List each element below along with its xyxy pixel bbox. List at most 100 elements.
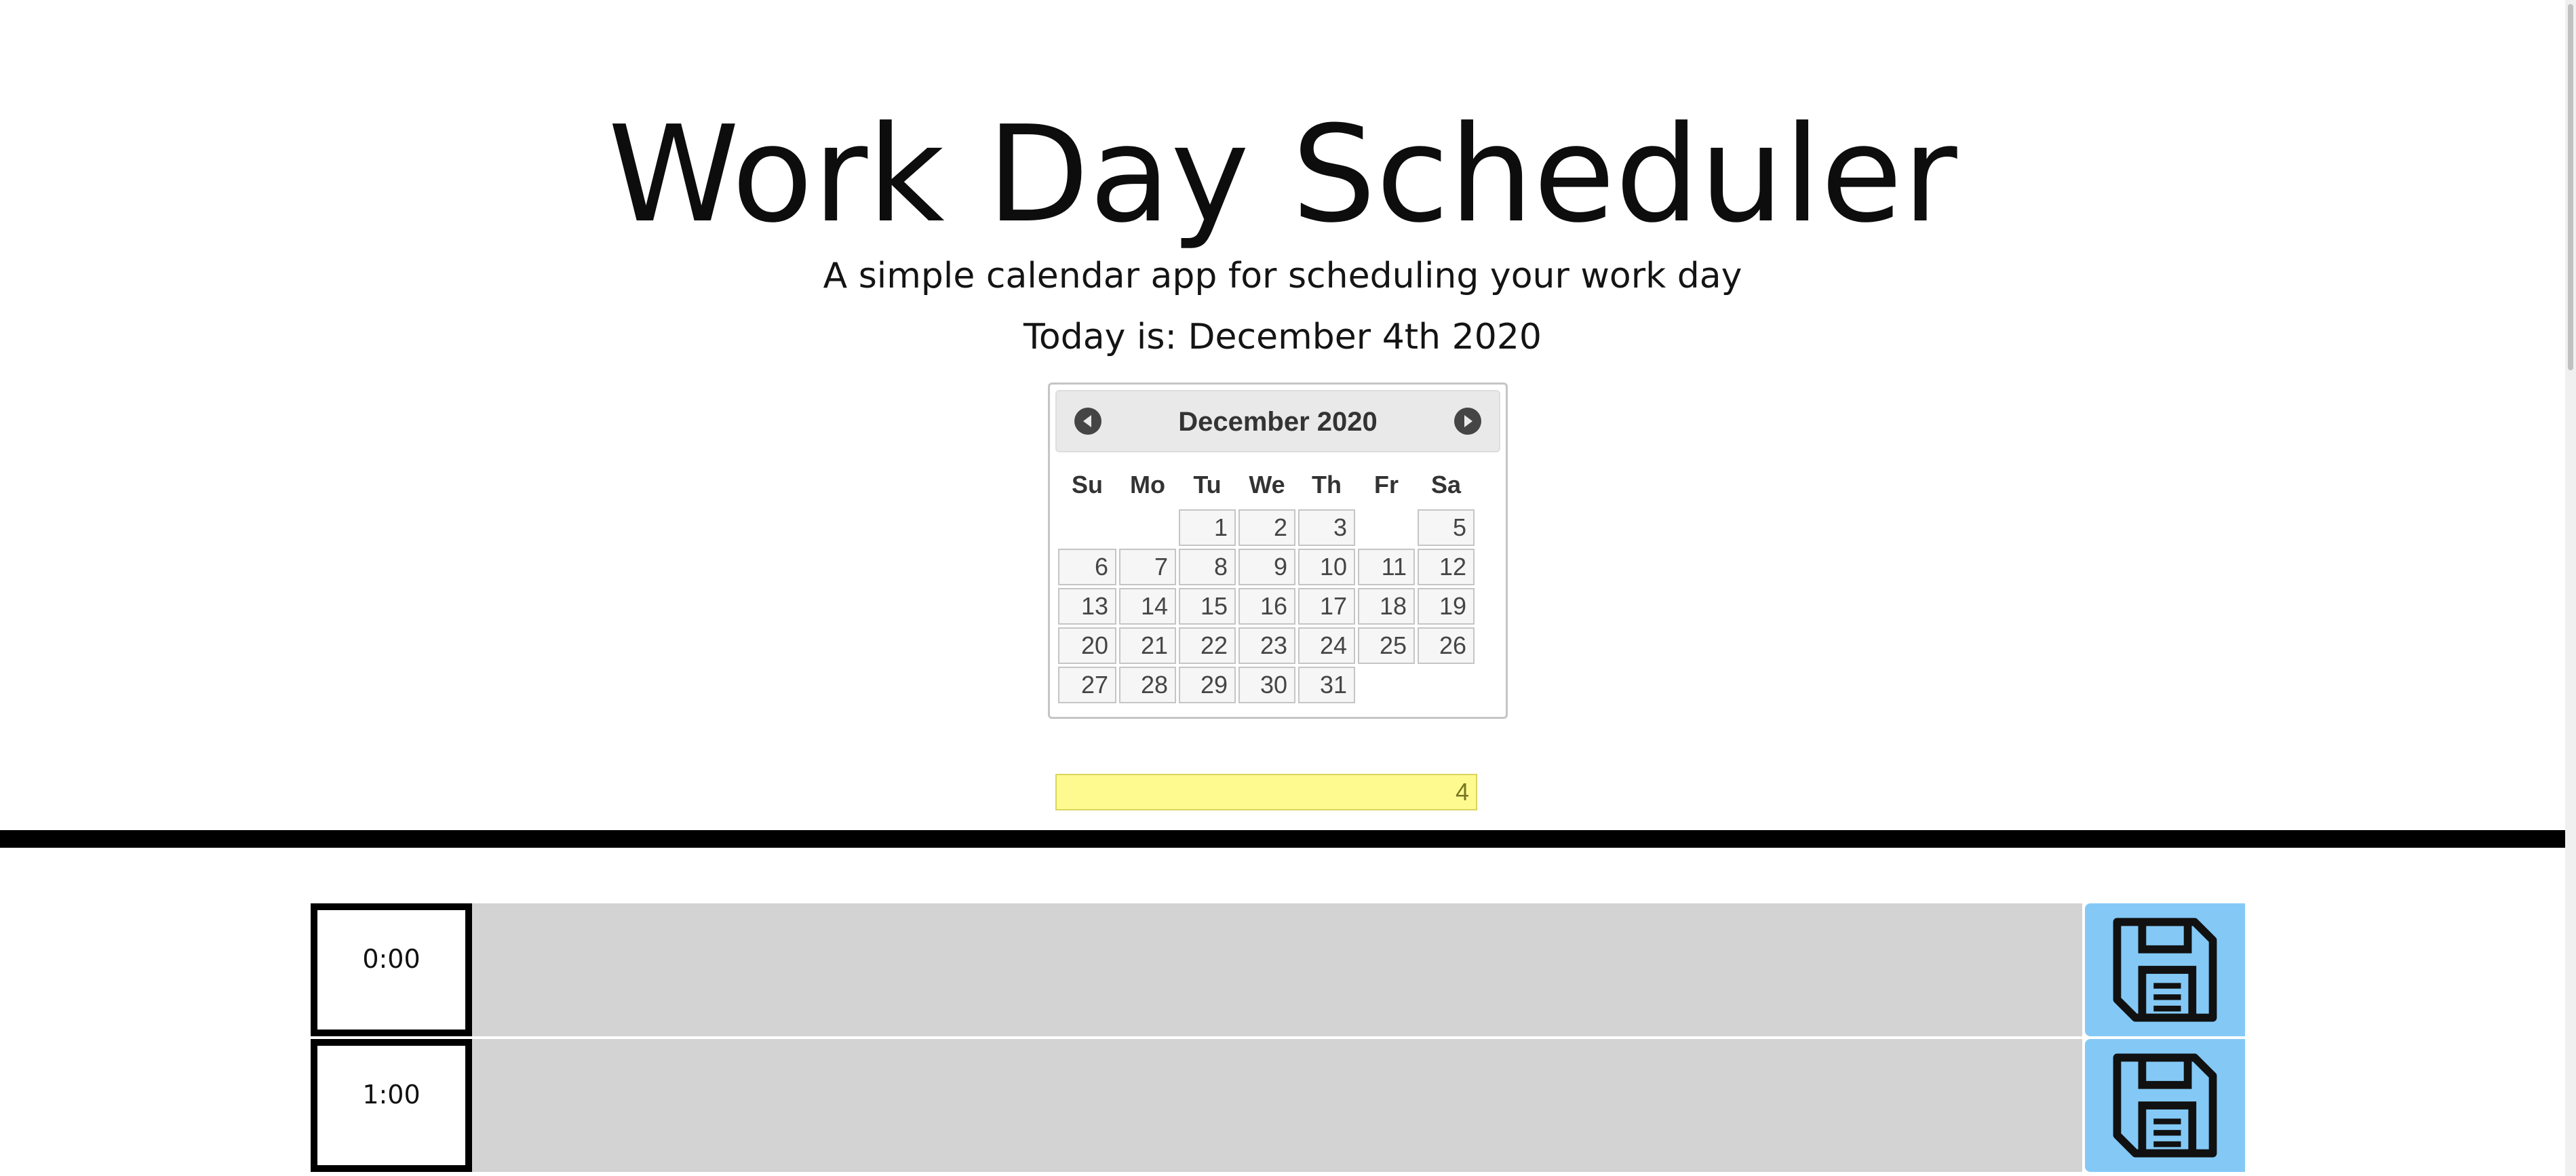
calendar-cell: 21	[1119, 627, 1176, 664]
calendar-day[interactable]: 13	[1058, 588, 1116, 625]
calendar-day[interactable]: 9	[1238, 549, 1295, 585]
calendar-week-row: 27 28 29 30 31	[1058, 667, 1475, 703]
calendar-day[interactable]: 27	[1058, 667, 1116, 703]
calendar-cell: 15	[1179, 588, 1236, 625]
calendar-week-row: 6 7 8 9 10 11 12	[1058, 549, 1475, 585]
calendar-cell: 19	[1418, 588, 1475, 625]
weekday-label: Tu	[1193, 471, 1222, 498]
calendar-day[interactable]: 16	[1238, 588, 1295, 625]
current-day: Today is: December 4th 2020	[0, 313, 2565, 361]
calendar-cell: 20	[1058, 627, 1116, 664]
calendar-week-row: 13 14 15 16 17 18 19	[1058, 588, 1475, 625]
weekday-label: Th	[1312, 471, 1342, 498]
calendar-cell: 29	[1179, 667, 1236, 703]
calendar-day[interactable]: 25	[1358, 627, 1415, 664]
calendar-day[interactable]: 15	[1179, 588, 1236, 625]
calendar-cell: 3	[1298, 509, 1355, 546]
hour-label: 1:00	[311, 1039, 472, 1172]
calendar-week-row: 12345	[1055, 509, 1477, 810]
calendar-day[interactable]: 26	[1418, 627, 1475, 664]
calendar-cell: 13	[1058, 588, 1116, 625]
calendar-cell: 18	[1358, 588, 1415, 625]
hour-label: 0:00	[311, 903, 472, 1036]
event-description-input[interactable]	[472, 1039, 2082, 1172]
calendar-day-today[interactable]: 4	[1055, 774, 1477, 810]
calendar-cell: 25	[1358, 627, 1415, 664]
section-divider	[0, 830, 2565, 848]
calendar-cell: 14	[1119, 588, 1176, 625]
floppy-disk-icon	[2113, 1053, 2217, 1158]
calendar-day[interactable]: 14	[1119, 588, 1176, 625]
calendar-day[interactable]: 17	[1298, 588, 1355, 625]
calendar-cell: 10	[1298, 549, 1355, 585]
datepicker-calendar: Su Mo Tu We Th Fr Sa 1 2 3 4 5 6 7 8 9 10 11 12 13 14…	[1055, 460, 1477, 810]
calendar-day[interactable]: 24	[1298, 627, 1355, 664]
calendar-cell: 26	[1418, 627, 1475, 664]
calendar-cell: 11	[1358, 549, 1415, 585]
calendar-day[interactable]: 1	[1179, 509, 1236, 546]
floppy-disk-icon	[2113, 918, 2217, 1022]
calendar-cell: 16	[1238, 588, 1295, 625]
calendar-cell	[1358, 667, 1415, 703]
calendar-day[interactable]: 10	[1298, 549, 1355, 585]
calendar-cell: 30	[1238, 667, 1295, 703]
calendar-cell	[1058, 509, 1116, 546]
calendar-day[interactable]: 30	[1238, 667, 1295, 703]
calendar-day[interactable]: 29	[1179, 667, 1236, 703]
chevron-right-circle-icon	[1464, 415, 1472, 427]
calendar-cell	[1119, 509, 1176, 546]
scrollbar-thumb[interactable]	[2568, 4, 2573, 370]
calendar-day[interactable]: 11	[1358, 549, 1415, 585]
calendar-day[interactable]: 28	[1119, 667, 1176, 703]
timeblock-row: 1:00	[311, 1039, 2245, 1172]
weekday-label: We	[1249, 471, 1285, 498]
calendar-day[interactable]: 5	[1418, 509, 1475, 546]
timeblock-row: 0:00	[311, 903, 2245, 1036]
weekday-label: Su	[1071, 471, 1103, 498]
calendar-day[interactable]: 8	[1179, 549, 1236, 585]
calendar-day[interactable]: 20	[1058, 627, 1116, 664]
event-description-input[interactable]	[472, 903, 2082, 1036]
calendar-cell: 7	[1119, 549, 1176, 585]
datepicker-days: 1 2 3 4 5 6 7 8 9 10 11 12 13 14 15 16 17 18 19 20 21 22 23 24 2…	[1055, 509, 1477, 810]
calendar-day[interactable]: 22	[1179, 627, 1236, 664]
weekday-label: Fr	[1374, 471, 1399, 498]
weekday-header-row: Su Mo Tu We Th Fr Sa	[1058, 463, 1475, 507]
datepicker: December 2020 Su Mo Tu We Th Fr Sa 1234	[1048, 383, 1508, 810]
calendar-cell: 31	[1298, 667, 1355, 703]
calendar-day[interactable]: 6	[1058, 549, 1116, 585]
datepicker-month-title: December 2020	[1178, 407, 1378, 437]
calendar-day[interactable]: 12	[1418, 549, 1475, 585]
calendar-day[interactable]: 7	[1119, 549, 1176, 585]
calendar-day[interactable]: 31	[1298, 667, 1355, 703]
calendar-cell	[1418, 667, 1475, 703]
page: Work Day Scheduler A simple calendar app…	[0, 0, 2576, 1176]
next-month-button[interactable]	[1454, 408, 1481, 435]
current-day-label: Today is:	[1023, 317, 1177, 357]
calendar-cell: 27	[1058, 667, 1116, 703]
current-day-value: December 4th 2020	[1188, 317, 1542, 357]
calendar-cell: 22	[1179, 627, 1236, 664]
calendar-cell: 9	[1238, 549, 1295, 585]
calendar-day[interactable]: 21	[1119, 627, 1176, 664]
save-button[interactable]	[2085, 903, 2245, 1036]
calendar-cell: 1	[1179, 509, 1236, 546]
calendar-cell: 12	[1418, 549, 1475, 585]
calendar-week-row: 20 21 22 23 24 25 26	[1058, 627, 1475, 664]
calendar-day[interactable]: 2	[1238, 509, 1295, 546]
calendar-cell: 17	[1298, 588, 1355, 625]
page-subtitle: A simple calendar app for scheduling you…	[823, 256, 1742, 296]
calendar-cell: 5	[1418, 509, 1475, 546]
save-button[interactable]	[2085, 1039, 2245, 1172]
calendar-cell: 28	[1119, 667, 1176, 703]
page-title: Work Day Scheduler	[608, 98, 1957, 252]
calendar-cell: 4	[1055, 509, 1477, 810]
calendar-day[interactable]: 3	[1298, 509, 1355, 546]
weekday-label: Sa	[1430, 471, 1462, 498]
calendar-day[interactable]: 19	[1418, 588, 1475, 625]
calendar-day[interactable]: 23	[1238, 627, 1295, 664]
calendar-cell: 24	[1298, 627, 1355, 664]
calendar-day[interactable]: 18	[1358, 588, 1415, 625]
weekday-label: Mo	[1130, 471, 1165, 498]
calendar-cell: 8	[1179, 549, 1236, 585]
